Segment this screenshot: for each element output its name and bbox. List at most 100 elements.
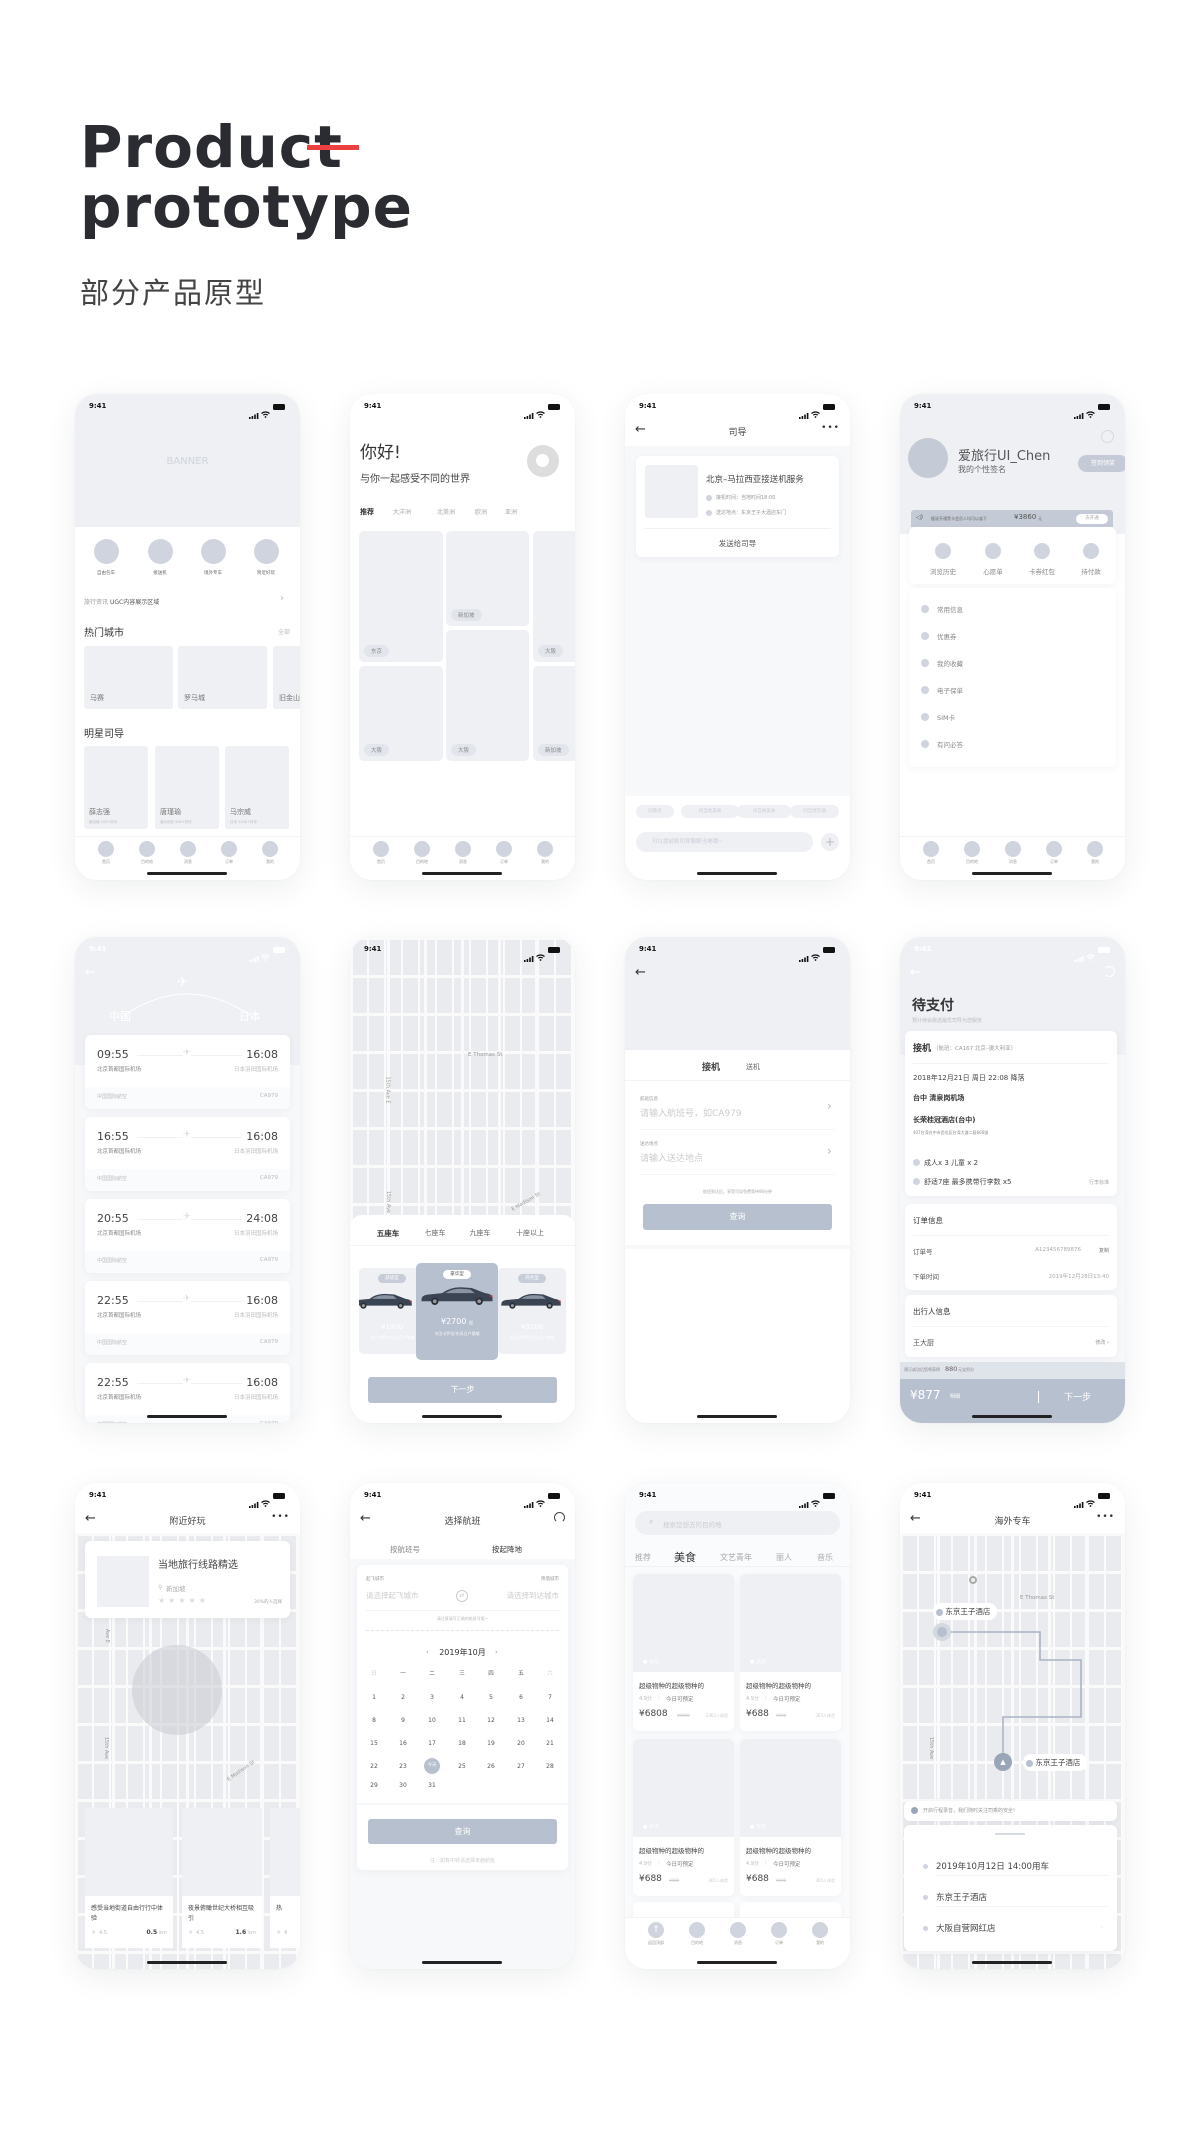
- category-tab[interactable]: 文艺青年: [720, 1552, 752, 1563]
- quick-link-icon[interactable]: [935, 543, 951, 559]
- quick-link-label[interactable]: 待付款: [1066, 566, 1116, 576]
- query-button[interactable]: 查询: [643, 1204, 832, 1230]
- menu-item[interactable]: 有问必答: [937, 739, 963, 749]
- shortcut-icon[interactable]: [148, 539, 173, 564]
- back-arrow-icon[interactable]: ←: [910, 965, 921, 980]
- calendar-day[interactable]: 28: [542, 1762, 558, 1772]
- shortcut-label[interactable]: 接送机: [135, 570, 185, 576]
- calendar-day[interactable]: 30: [395, 1781, 411, 1791]
- quick-question-chip[interactable]: 问景点: [636, 805, 674, 818]
- tab-icon[interactable]: [537, 841, 553, 857]
- calendar-day[interactable]: 13: [513, 1716, 529, 1726]
- calendar-day[interactable]: 23: [395, 1762, 411, 1772]
- trip-item[interactable]: 大阪自营网红店: [936, 1922, 996, 1934]
- quick-link-label[interactable]: 卡券红包: [1017, 566, 1067, 576]
- tab-by-city[interactable]: 按起降地: [479, 1544, 535, 1555]
- city-card[interactable]: 旧金山: [273, 646, 300, 709]
- quick-link-label[interactable]: 心愿单: [968, 566, 1018, 576]
- tab-icon[interactable]: [373, 841, 389, 857]
- view-all-link[interactable]: 全部: [278, 627, 290, 636]
- quick-link-icon[interactable]: [1083, 543, 1099, 559]
- activity-card[interactable]: 热 ★ 4: [270, 1808, 300, 1948]
- calendar-day[interactable]: 27: [513, 1762, 529, 1772]
- calendar-day-today[interactable]: 今天: [424, 1758, 440, 1774]
- calendar-day[interactable]: 31: [424, 1781, 440, 1791]
- seat-tab[interactable]: 九座车: [455, 1228, 505, 1238]
- shortcut-icon[interactable]: [254, 539, 279, 564]
- tab-pickup[interactable]: 接机: [702, 1060, 720, 1073]
- shortcut-label[interactable]: 附近好玩: [241, 570, 291, 576]
- shortcut-icon[interactable]: [94, 539, 119, 564]
- next-month-icon[interactable]: ›: [495, 1648, 498, 1656]
- calendar-day[interactable]: 22: [366, 1762, 382, 1772]
- query-button[interactable]: 查询: [368, 1819, 557, 1844]
- city-card[interactable]: 马赛: [84, 646, 173, 709]
- menu-item[interactable]: SIM卡: [937, 712, 955, 722]
- calendar-day[interactable]: 26: [483, 1762, 499, 1772]
- tab-icon[interactable]: [812, 1922, 828, 1938]
- trip-item[interactable]: 东京王子酒店: [936, 1891, 987, 1903]
- shortcut-label[interactable]: 境外专车: [188, 570, 238, 576]
- flight-card[interactable]: 16:55 ✈ 16:08 北京首都国际机场 日本羽田国际机场 中国国际航空 CA979: [85, 1117, 290, 1191]
- tab-icon[interactable]: [262, 841, 278, 857]
- destination-tile[interactable]: 大阪: [533, 531, 575, 662]
- more-icon[interactable]: •••: [821, 423, 840, 433]
- region-tab[interactable]: 大洋洲: [393, 507, 411, 516]
- add-icon[interactable]: +: [821, 833, 839, 851]
- activity-card[interactable]: 感受当地街道自由行行中体验 ★ 4.5 0.5 km: [85, 1808, 173, 1948]
- tab-icon[interactable]: [1005, 841, 1021, 857]
- calendar-day[interactable]: 7: [542, 1693, 558, 1703]
- refresh-icon[interactable]: [1104, 966, 1115, 977]
- next-step-button[interactable]: 下一步: [368, 1377, 557, 1403]
- avatar[interactable]: [908, 438, 948, 478]
- headset-icon[interactable]: [554, 1512, 565, 1523]
- region-tab[interactable]: 推荐: [360, 507, 374, 517]
- product-card[interactable]: ● 台中 超级物种的超级物种的 4.9分 | 今日可预定 ¥688 ¥999 365人体验: [633, 1739, 734, 1896]
- tab-icon[interactable]: [771, 1922, 787, 1938]
- calendar-day[interactable]: 14: [542, 1716, 558, 1726]
- destination-tile[interactable]: 新加坡: [533, 666, 575, 761]
- tab-icon[interactable]: [689, 1922, 705, 1938]
- flight-card[interactable]: 22:55 ✈ 16:08 北京首都国际机场 日本羽田国际机场中国国际航空 CA979: [85, 1281, 290, 1355]
- guide-card[interactable]: 唐瑾瑜 澳大利亚·900+好评: [155, 746, 219, 829]
- menu-item[interactable]: 常用信息: [937, 604, 963, 614]
- calendar-day[interactable]: 19: [483, 1739, 499, 1749]
- region-tab[interactable]: 北美洲: [437, 507, 455, 516]
- product-card[interactable]: ● 台北 超级物种的超级物种的 4.9分 | 今日可预定 ¥6808 ¥9999 2365人体…: [633, 1574, 734, 1731]
- tab-icon[interactable]: [730, 1922, 746, 1938]
- tab-icon[interactable]: [923, 841, 939, 857]
- featured-card[interactable]: 当地旅行线路精选 ⚲ 新加坡 ★★★★★ 30%的人选择: [85, 1541, 290, 1618]
- luggage-standard-link[interactable]: 行李标准: [1089, 1179, 1109, 1186]
- quick-link-icon[interactable]: [985, 543, 1001, 559]
- calendar-day[interactable]: 11: [454, 1716, 470, 1726]
- calendar-day[interactable]: 2: [395, 1693, 411, 1703]
- tab-icon[interactable]: [1087, 841, 1103, 857]
- tab-icon[interactable]: [414, 841, 430, 857]
- back-arrow-icon[interactable]: ←: [635, 965, 646, 980]
- product-card[interactable]: ● 清迈 超级物种的超级物种的 4.9分 | 今日可预定 ¥688 ¥999 365人体验: [740, 1574, 841, 1731]
- seat-tab[interactable]: 十座以上: [505, 1228, 555, 1238]
- calendar-day[interactable]: 21: [542, 1739, 558, 1749]
- quick-question-chip[interactable]: 问当地交通: [790, 805, 839, 818]
- price-detail-link[interactable]: 明细: [950, 1393, 960, 1400]
- calendar-day[interactable]: 9: [395, 1716, 411, 1726]
- flight-number-input[interactable]: 请输入航班号，如CA979: [640, 1106, 742, 1119]
- seat-tab[interactable]: 五座车: [363, 1228, 413, 1239]
- destination-tile[interactable]: 东京: [359, 531, 443, 662]
- menu-item[interactable]: 电子保单: [937, 685, 963, 695]
- next-step-button[interactable]: 下一步: [1050, 1390, 1105, 1403]
- quick-question-chip[interactable]: 问当地美食: [681, 805, 739, 818]
- settings-icon[interactable]: [1101, 430, 1114, 443]
- destination-tile[interactable]: 新加坡: [446, 531, 529, 626]
- calendar-day[interactable]: 25: [454, 1762, 470, 1772]
- tab-by-number[interactable]: 按航班号: [377, 1544, 433, 1555]
- news-text[interactable]: UGC内容展示区域: [110, 597, 159, 606]
- category-tab[interactable]: 美食: [674, 1549, 696, 1565]
- tab-icon[interactable]: [139, 841, 155, 857]
- tab-icon[interactable]: [221, 841, 237, 857]
- calendar-day[interactable]: 20: [513, 1739, 529, 1749]
- copy-button[interactable]: 复制: [1099, 1247, 1109, 1254]
- guide-card[interactable]: 马宗威 日本·1200+好评: [225, 746, 289, 829]
- calendar-day[interactable]: 6: [513, 1693, 529, 1703]
- region-tab[interactable]: 欧洲: [475, 507, 487, 516]
